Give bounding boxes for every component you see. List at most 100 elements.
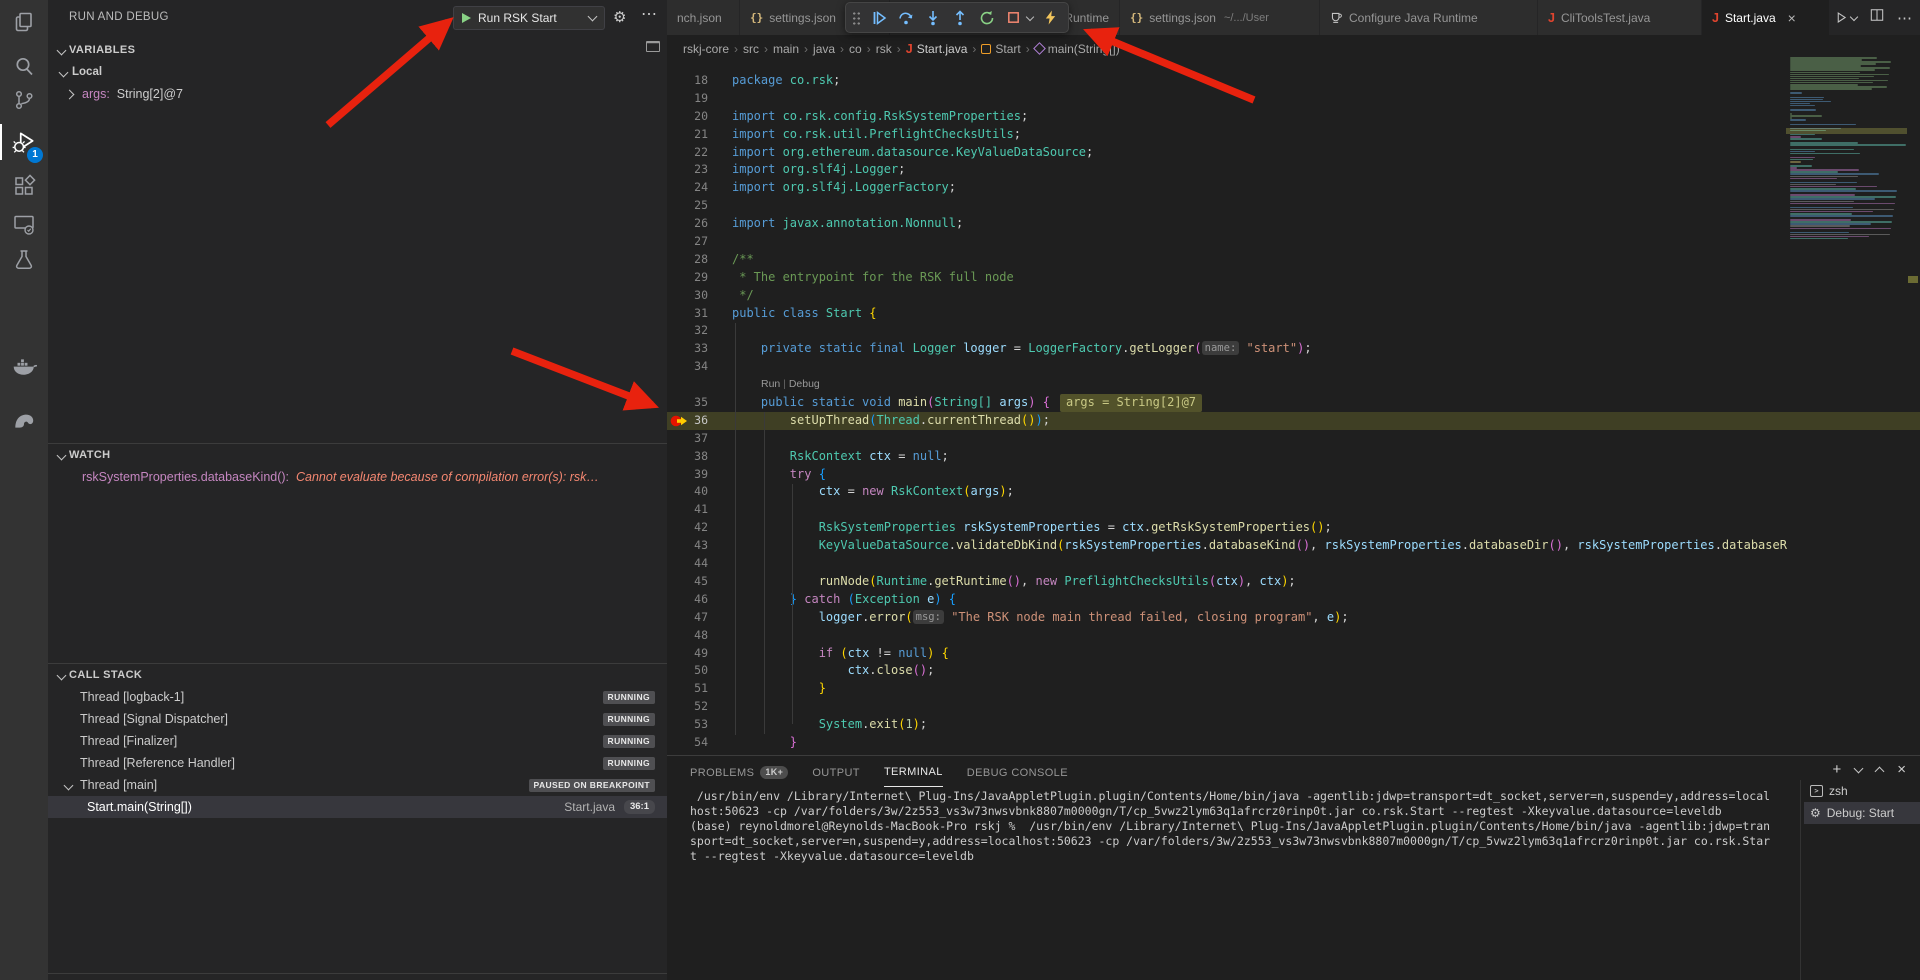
line-number[interactable]: 50 (667, 662, 708, 680)
line-number[interactable]: 26 (667, 215, 708, 233)
line-number[interactable]: 25 (667, 197, 708, 215)
code-line-38[interactable]: 38 RskContext ctx = null; (667, 448, 1920, 466)
editor-tab-configure-java-runtime[interactable]: Configure Java Runtime (1320, 0, 1538, 35)
editor-tab-nch-json[interactable]: nch.json (667, 0, 740, 35)
line-number[interactable]: 31 (667, 305, 708, 323)
chevron-down-icon[interactable] (1850, 12, 1858, 20)
breadcrumb-item[interactable]: main (773, 42, 799, 56)
call-stack-thread-row[interactable]: Thread [Reference Handler]RUNNING (48, 752, 667, 774)
breadcrumb-file[interactable]: JStart.java (906, 42, 968, 56)
line-number[interactable]: 24 (667, 179, 708, 197)
line-number[interactable]: 44 (667, 555, 708, 573)
line-number[interactable]: 34 (667, 358, 708, 376)
code-line-28[interactable]: 28/** (667, 251, 1920, 269)
close-panel-icon[interactable]: × (1897, 762, 1906, 777)
chevron-down-icon[interactable] (1026, 12, 1034, 20)
line-number[interactable]: 18 (667, 72, 708, 90)
line-number[interactable]: 22 (667, 144, 708, 162)
line-number[interactable]: 48 (667, 627, 708, 645)
step-over-button[interactable] (894, 6, 917, 29)
line-number[interactable]: 53 (667, 716, 708, 734)
new-terminal-icon[interactable]: + (1832, 762, 1841, 777)
gradle-icon[interactable] (0, 400, 48, 440)
line-number[interactable]: 54 (667, 734, 708, 752)
code-line-31[interactable]: 31public class Start { (667, 305, 1920, 323)
code-line-37[interactable]: 37 (667, 430, 1920, 448)
line-number[interactable]: 41 (667, 501, 708, 519)
restart-button[interactable] (975, 6, 998, 29)
code-line-50[interactable]: 50 ctx.close(); (667, 662, 1920, 680)
breadcrumb-class[interactable]: Start (981, 42, 1020, 56)
source-control-icon[interactable] (0, 80, 48, 120)
codelens-run[interactable]: Run (761, 378, 780, 390)
terminal-list-item-debug-start[interactable]: ⚙Debug: Start (1804, 802, 1920, 824)
code-line-49[interactable]: 49 if (ctx != null) { (667, 645, 1920, 663)
line-number[interactable]: 29 (667, 269, 708, 287)
code-line-45[interactable]: 45 runNode(Runtime.getRuntime(), new Pre… (667, 573, 1920, 591)
launch-config-dropdown[interactable]: Run RSK Start (453, 6, 605, 30)
breadcrumb-item[interactable]: rskj-core (683, 42, 729, 56)
more-actions-icon[interactable]: ⋯ (641, 4, 657, 24)
line-number[interactable]: 20 (667, 108, 708, 126)
code-line-19[interactable]: 19 (667, 90, 1920, 108)
minimap[interactable] (1786, 57, 1907, 243)
code-line-23[interactable]: 23import org.slf4j.Logger; (667, 161, 1920, 179)
breadcrumb-item[interactable]: src (743, 42, 759, 56)
step-out-button[interactable] (948, 6, 971, 29)
hot-code-replace-icon[interactable] (1039, 6, 1062, 29)
code-line-44[interactable]: 44 (667, 555, 1920, 573)
call-stack-thread-row[interactable]: Thread [Finalizer]RUNNING (48, 730, 667, 752)
code-line-51[interactable]: 51 } (667, 680, 1920, 698)
terminal-output[interactable]: /usr/bin/env /Library/Internet\ Plug-Ins… (690, 789, 1795, 864)
editor-tab-clitoolstest-java[interactable]: JCliToolsTest.java (1538, 0, 1702, 35)
line-number[interactable]: 43 (667, 537, 708, 555)
code-line-24[interactable]: 24import org.slf4j.LoggerFactory; (667, 179, 1920, 197)
code-line-29[interactable]: 29 * The entrypoint for the RSK full nod… (667, 269, 1920, 287)
more-actions-icon[interactable]: ⋯ (1897, 9, 1912, 27)
code-line-40[interactable]: 40 ctx = new RskContext(args); (667, 483, 1920, 501)
call-stack-section-header[interactable]: CALL STACK (48, 664, 667, 686)
code-line-26[interactable]: 26import javax.annotation.Nonnull; (667, 215, 1920, 233)
code-line-53[interactable]: 53 System.exit(1); (667, 716, 1920, 734)
code-line-32[interactable]: 32 (667, 322, 1920, 340)
line-number[interactable]: 23 (667, 161, 708, 179)
testing-icon[interactable] (0, 240, 48, 280)
stop-button[interactable] (1002, 6, 1025, 29)
line-number[interactable]: 27 (667, 233, 708, 251)
line-number[interactable]: 37 (667, 430, 708, 448)
run-file-button[interactable] (1835, 11, 1857, 24)
variables-scope-local[interactable]: Local (48, 61, 667, 83)
run-and-debug-icon[interactable]: 1 (0, 122, 48, 162)
panel-tab-problems[interactable]: PROBLEMS1K+ (690, 756, 788, 787)
code-line-46[interactable]: 46 } catch (Exception e) { (667, 591, 1920, 609)
line-number[interactable]: 49 (667, 645, 708, 663)
code-line-25[interactable]: 25 (667, 197, 1920, 215)
docker-icon[interactable] (0, 345, 48, 385)
split-editor-icon[interactable] (1870, 8, 1884, 27)
watch-section-header[interactable]: WATCH (48, 444, 667, 466)
start-debug-icon[interactable] (462, 13, 471, 23)
code-line-48[interactable]: 48 (667, 627, 1920, 645)
code-line-47[interactable]: 47 logger.error(msg: "The RSK node main … (667, 609, 1920, 627)
line-number[interactable]: 39 (667, 466, 708, 484)
call-stack-frame-row[interactable]: Start.main(String[])Start.java36:1 (48, 796, 667, 818)
terminal-list-item-zsh[interactable]: >zsh (1804, 780, 1920, 802)
line-number[interactable]: 40 (667, 483, 708, 501)
line-number[interactable]: 38 (667, 448, 708, 466)
code-line-36[interactable]: 36 setUpThread(Thread.currentThread()); (667, 412, 1920, 430)
code-line-35[interactable]: 35 public static void main(String[] args… (667, 394, 1920, 412)
line-number[interactable]: 51 (667, 680, 708, 698)
chevron-down-icon[interactable] (1854, 763, 1864, 773)
line-number[interactable]: 45 (667, 573, 708, 591)
code-line-20[interactable]: 20import co.rsk.config.RskSystemProperti… (667, 108, 1920, 126)
editor-tab-start-java[interactable]: JStart.java× (1702, 0, 1830, 35)
line-number[interactable]: 46 (667, 591, 708, 609)
step-into-button[interactable] (921, 6, 944, 29)
codelens-debug[interactable]: Debug (789, 378, 820, 390)
breadcrumb-method[interactable]: main(String[]) (1035, 42, 1120, 56)
line-number[interactable]: 33 (667, 340, 708, 358)
continue-button[interactable] (867, 6, 890, 29)
breadcrumb-item[interactable]: co (849, 42, 862, 56)
remote-explorer-icon[interactable] (0, 204, 48, 244)
code-line-43[interactable]: 43 KeyValueDataSource.validateDbKind(rsk… (667, 537, 1920, 555)
